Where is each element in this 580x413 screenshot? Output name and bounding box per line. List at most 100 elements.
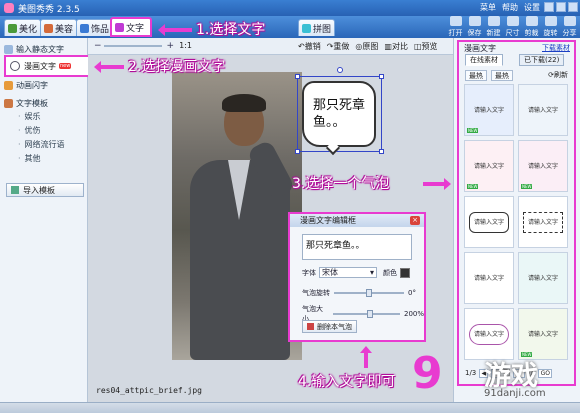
rotation-slider[interactable] — [334, 289, 404, 297]
dynamic-text-item[interactable]: 动画闪字 — [4, 78, 48, 92]
resize-handle[interactable] — [295, 149, 300, 154]
menu-item[interactable]: 设置 — [524, 2, 540, 13]
new-tag: NEW — [521, 184, 533, 189]
zoom-ratio[interactable]: 1:1 — [179, 41, 192, 50]
manga-text-dialog: 漫画文字编辑框 × 那只死章鱼。。 字体 宋体 ▾ 颜色 气泡旋转 0° 气泡大… — [288, 212, 426, 342]
toolbar-label: 新建 — [486, 29, 501, 37]
item-label: 文字模板 — [16, 98, 48, 108]
bubble-text-input[interactable]: 那只死章鱼。。 — [302, 234, 412, 260]
static-text-item[interactable]: 输入静态文字 — [4, 42, 64, 56]
speech-bubble-icon — [10, 61, 20, 71]
tab-text[interactable]: 文字 — [110, 17, 152, 37]
bubble-item[interactable]: 请输入文字 — [464, 252, 514, 304]
minimize-button[interactable] — [544, 2, 554, 12]
undo-button[interactable]: ↶撤销 — [298, 41, 321, 52]
canvas-toolbar: − + 1:1 ↶撤销 ↷重做 ◎原图 ▥对比 ◫预览 — [88, 38, 453, 55]
close-icon[interactable]: × — [410, 216, 420, 225]
size-slider[interactable] — [332, 310, 400, 318]
annotation-arrow — [423, 178, 451, 190]
bubble-item[interactable]: 请输入文字 — [518, 196, 568, 248]
tab-accessories[interactable]: 饰品 — [76, 19, 114, 36]
resize-handle[interactable] — [379, 74, 384, 79]
resize-handle[interactable] — [295, 74, 300, 79]
bubble-preview-text: 请输入文字 — [522, 211, 563, 233]
zoom-in-icon[interactable]: + — [166, 41, 174, 51]
template-sad[interactable]: 优伤 — [18, 125, 41, 136]
bubble-item[interactable]: 请输入文字 — [518, 84, 568, 136]
accessories-icon — [80, 23, 89, 33]
tab-beautify[interactable]: 美化 — [4, 19, 42, 36]
bubble-item[interactable]: 请输入文字 — [464, 196, 514, 248]
button-label: 导入模板 — [23, 185, 55, 195]
new-icon — [487, 16, 500, 26]
image-filename: res04_attpic_brief.jpg — [96, 386, 202, 395]
menu-item[interactable]: 菜单 — [480, 2, 496, 13]
selected-bubble[interactable]: 那只死章鱼。。 — [295, 67, 384, 156]
resize-handle[interactable] — [379, 149, 384, 154]
filter-new[interactable]: 最热 — [491, 70, 513, 81]
zoom-slider[interactable] — [104, 45, 162, 47]
annotation-arrow — [158, 24, 192, 36]
new-button[interactable]: 新建 — [485, 16, 502, 38]
manga-text-item[interactable]: 漫画文字 new — [4, 55, 93, 77]
rotate-handle[interactable] — [337, 67, 343, 73]
text-icon — [115, 22, 124, 32]
text-color-swatch[interactable] — [400, 267, 410, 278]
annotation-step1: 1.选择文字 — [196, 22, 266, 38]
template-icon — [4, 98, 13, 108]
import-template-button[interactable]: 导入模板 — [6, 183, 84, 197]
tab-downloaded[interactable]: 已下载(22) — [519, 54, 565, 66]
rotate-button[interactable]: 旋转 — [542, 16, 559, 38]
bubble-preview-text: 请输入文字 — [527, 274, 558, 282]
item-label: 动画闪字 — [16, 80, 48, 90]
close-button[interactable] — [568, 2, 578, 12]
redo-button[interactable]: ↷重做 — [327, 41, 350, 52]
save-button[interactable]: 保存 — [466, 16, 483, 38]
window-title: 美图秀秀 2.3.5 — [18, 4, 80, 15]
template-header[interactable]: 文字模板 — [4, 96, 48, 110]
tab-makeup[interactable]: 美容 — [40, 19, 78, 36]
resize-button[interactable]: 尺寸 — [504, 16, 521, 38]
zoom-out-icon[interactable]: − — [94, 41, 102, 51]
bubble-preview-text: 请输入文字 — [527, 330, 558, 338]
compare-button[interactable]: ▥对比 — [384, 41, 408, 52]
right-panel: 漫画文字 下载素材 在线素材 已下载(22) 最热 最热 ⟳刷新 请输入文字 NE… — [453, 38, 580, 402]
toolbar-label: 旋转 — [543, 29, 558, 37]
folder-icon — [449, 16, 462, 26]
menu-item[interactable]: 帮助 — [502, 2, 518, 13]
dialog-title-bar: 漫画文字编辑框 × — [290, 214, 424, 227]
item-label: 漫画文字 — [24, 61, 56, 71]
refresh-button[interactable]: ⟳刷新 — [548, 70, 568, 80]
delete-bubble-button[interactable]: 删除本气泡 — [302, 320, 357, 333]
template-slang[interactable]: 网络流行语 — [18, 139, 65, 150]
template-entertainment[interactable]: 娱乐 — [18, 111, 41, 122]
share-button[interactable]: 分享 — [561, 16, 578, 38]
crop-button[interactable]: 剪裁 — [523, 16, 540, 38]
original-button[interactable]: ◎原图 — [355, 41, 378, 52]
open-button[interactable]: 打开 — [447, 16, 464, 38]
zoom-control[interactable]: − + 1:1 — [94, 41, 192, 51]
font-select[interactable]: 宋体 ▾ — [319, 267, 377, 278]
toolbar-label: 剪裁 — [524, 29, 539, 37]
button-label: 删除本气泡 — [317, 322, 352, 331]
bubble-item[interactable]: 请输入文字 — [518, 252, 568, 304]
bubble-item[interactable]: 请输入文字 NEW — [518, 140, 568, 192]
template-other[interactable]: 其他 — [18, 153, 41, 164]
bubble-item[interactable]: 请输入文字 NEW — [464, 140, 514, 192]
status-bar — [0, 402, 580, 413]
slider-knob[interactable] — [366, 289, 372, 297]
slider-knob[interactable] — [366, 310, 373, 318]
rotate-icon — [544, 16, 557, 26]
annotation-arrow — [94, 61, 124, 73]
canvas-actions: ↶撤销 ↷重做 ◎原图 ▥对比 ◫预览 — [298, 41, 438, 52]
filter-hot[interactable]: 最热 — [465, 70, 487, 81]
download-link[interactable]: 下载素材 — [542, 43, 570, 53]
new-tag: NEW — [467, 184, 479, 189]
bubble-text: 那只死章鱼。。 — [313, 98, 366, 130]
bubble-item[interactable]: 请输入文字 NEW — [464, 84, 514, 136]
rotation-row: 气泡旋转 0° — [302, 288, 416, 298]
tab-online[interactable]: 在线素材 — [465, 54, 503, 66]
maximize-button[interactable] — [556, 2, 566, 12]
preview-button[interactable]: ◫预览 — [414, 41, 438, 52]
tab-collage[interactable]: 拼图 — [298, 19, 336, 36]
